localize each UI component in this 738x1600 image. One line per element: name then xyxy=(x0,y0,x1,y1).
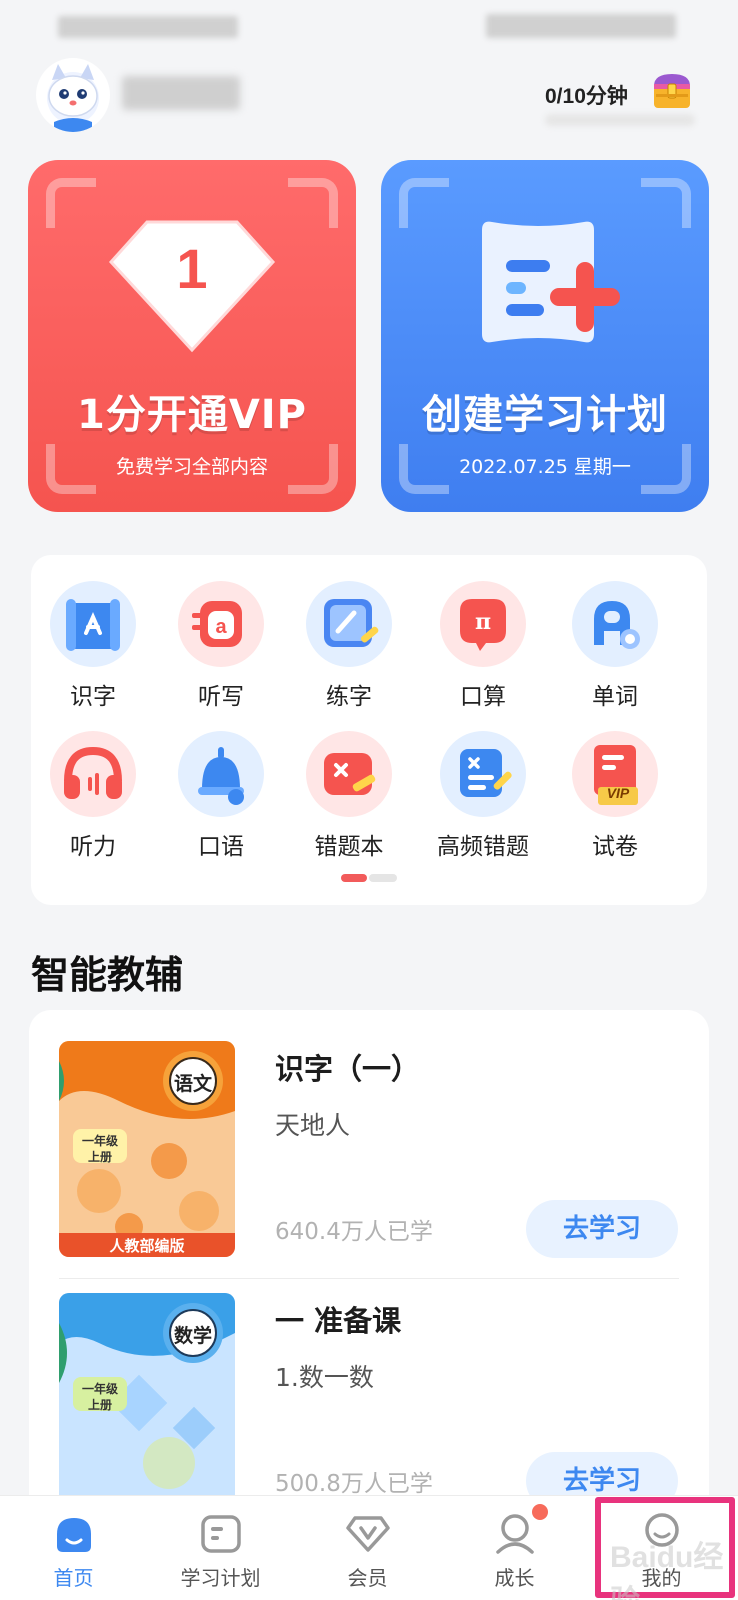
diamond-icon: 1 xyxy=(107,216,277,356)
wrong-notebook-icon xyxy=(306,731,392,817)
avatar[interactable] xyxy=(36,58,110,132)
frequent-errors-icon xyxy=(440,731,526,817)
vip-badge-number: 1 xyxy=(176,237,208,300)
tab-label: 成长 xyxy=(494,1566,535,1590)
vip-card-title: 1分开通VIP xyxy=(77,392,307,438)
feature-label: 高频错题 xyxy=(437,834,529,860)
vip-card[interactable]: 1 1分开通VIP 免费学习全部内容 xyxy=(28,160,356,512)
course-learners: 640.4万人已学 xyxy=(275,1219,433,1245)
feature-label: 听力 xyxy=(70,834,116,860)
feature-item-shizi[interactable]: 识字 xyxy=(33,581,153,711)
cover-grade: 一年级 xyxy=(81,1134,118,1148)
cover-subject: 数学 xyxy=(173,1325,212,1347)
timer-subtext xyxy=(545,114,695,126)
bell-icon xyxy=(178,731,264,817)
feature-item-tingxie[interactable]: a 听写 xyxy=(161,581,281,711)
dictation-icon: a xyxy=(178,581,264,667)
vip-card-subtitle: 免费学习全部内容 xyxy=(115,456,268,478)
feature-item-tingli[interactable]: 听力 xyxy=(33,731,153,861)
headphones-icon xyxy=(50,731,136,817)
feature-label: 口算 xyxy=(460,684,506,710)
study-plan-card[interactable]: 创建学习计划 2022.07.25 星期一 xyxy=(381,160,709,512)
feature-label: 错题本 xyxy=(314,834,384,860)
plan-card-date: 2022.07.25 星期一 xyxy=(459,456,631,478)
plan-card-title: 创建学习计划 xyxy=(422,392,668,438)
course-cover: 语文 一年级 上册 人教部编版 xyxy=(59,1041,235,1257)
page-indicator xyxy=(341,874,397,882)
feature-item-gaopin[interactable]: 高频错题 xyxy=(423,731,543,861)
cover-subject: 语文 xyxy=(173,1073,212,1095)
tab-label: 首页 xyxy=(53,1566,94,1590)
status-bar xyxy=(0,0,738,50)
section-title: 智能教辅 xyxy=(31,953,184,997)
cover-grade: 一年级 xyxy=(81,1382,118,1396)
course-item[interactable]: 语文 一年级 上册 人教部编版 识字（一） 天地人 640.4万人已学 去学习 xyxy=(29,1010,709,1260)
vip-exam-icon: VIP xyxy=(572,731,658,817)
course-subtitle: 1.数一数 xyxy=(275,1363,374,1392)
feature-label: 口语 xyxy=(198,834,244,860)
feature-item-shijuan[interactable]: VIP 试卷 xyxy=(555,731,675,861)
course-title: 一 准备课 xyxy=(275,1304,402,1338)
notification-dot xyxy=(531,1504,548,1520)
cover-term: 上册 xyxy=(87,1398,112,1412)
feature-label: 听写 xyxy=(198,684,244,710)
tab-study-plan[interactable]: 学习计划 xyxy=(147,1496,294,1600)
writing-pad-icon xyxy=(306,581,392,667)
plan-icon xyxy=(198,1510,244,1556)
study-timer: 0/10分钟 xyxy=(545,85,628,108)
course-item[interactable]: 数学 一年级 上册 一 准备课 1.数一数 500.8万人已学 去学习 xyxy=(29,1262,709,1512)
plan-add-icon xyxy=(460,216,630,356)
cover-edition: 人教部编版 xyxy=(109,1237,185,1255)
book-scroll-icon xyxy=(50,581,136,667)
course-learners: 500.8万人已学 xyxy=(275,1471,433,1497)
course-cover: 数学 一年级 上册 xyxy=(59,1293,235,1509)
feature-item-kousuan[interactable]: π 口算 xyxy=(423,581,543,711)
svg-text:a: a xyxy=(215,616,227,638)
tab-label: 会员 xyxy=(347,1566,388,1590)
study-button[interactable]: 去学习 xyxy=(526,1200,678,1258)
cover-term: 上册 xyxy=(87,1150,112,1164)
feature-item-cuotiben[interactable]: 错题本 xyxy=(289,731,409,861)
letter-a-icon xyxy=(572,581,658,667)
pi-bubble-icon: π xyxy=(440,581,526,667)
svg-text:π: π xyxy=(475,609,491,635)
tab-growth[interactable]: 成长 xyxy=(441,1496,588,1600)
feature-label: 识字 xyxy=(70,684,116,710)
tab-label: 学习计划 xyxy=(180,1566,261,1590)
feature-label: 练字 xyxy=(326,684,372,710)
tab-vip[interactable]: 会员 xyxy=(294,1496,441,1600)
feature-item-lianzi[interactable]: 练字 xyxy=(289,581,409,711)
course-subtitle: 天地人 xyxy=(275,1111,351,1140)
feature-grid: 识字 a 听写 练字 π 口算 单词 听力 口语 错题本 高频错题 VIP 试卷 xyxy=(31,555,707,905)
feature-label: 单词 xyxy=(592,684,638,710)
username xyxy=(122,76,240,110)
vip-tag: VIP xyxy=(606,785,630,801)
vip-icon xyxy=(345,1510,391,1556)
growth-icon xyxy=(492,1504,548,1556)
treasure-chest-icon[interactable] xyxy=(650,68,694,112)
course-title: 识字（一） xyxy=(275,1052,421,1086)
feature-label: 试卷 xyxy=(592,834,638,860)
feature-item-kouyu[interactable]: 口语 xyxy=(161,731,281,861)
home-icon xyxy=(51,1510,97,1556)
tab-home[interactable]: 首页 xyxy=(0,1496,147,1600)
watermark: Baidu经验 xyxy=(610,1541,724,1600)
feature-item-danci[interactable]: 单词 xyxy=(555,581,675,711)
